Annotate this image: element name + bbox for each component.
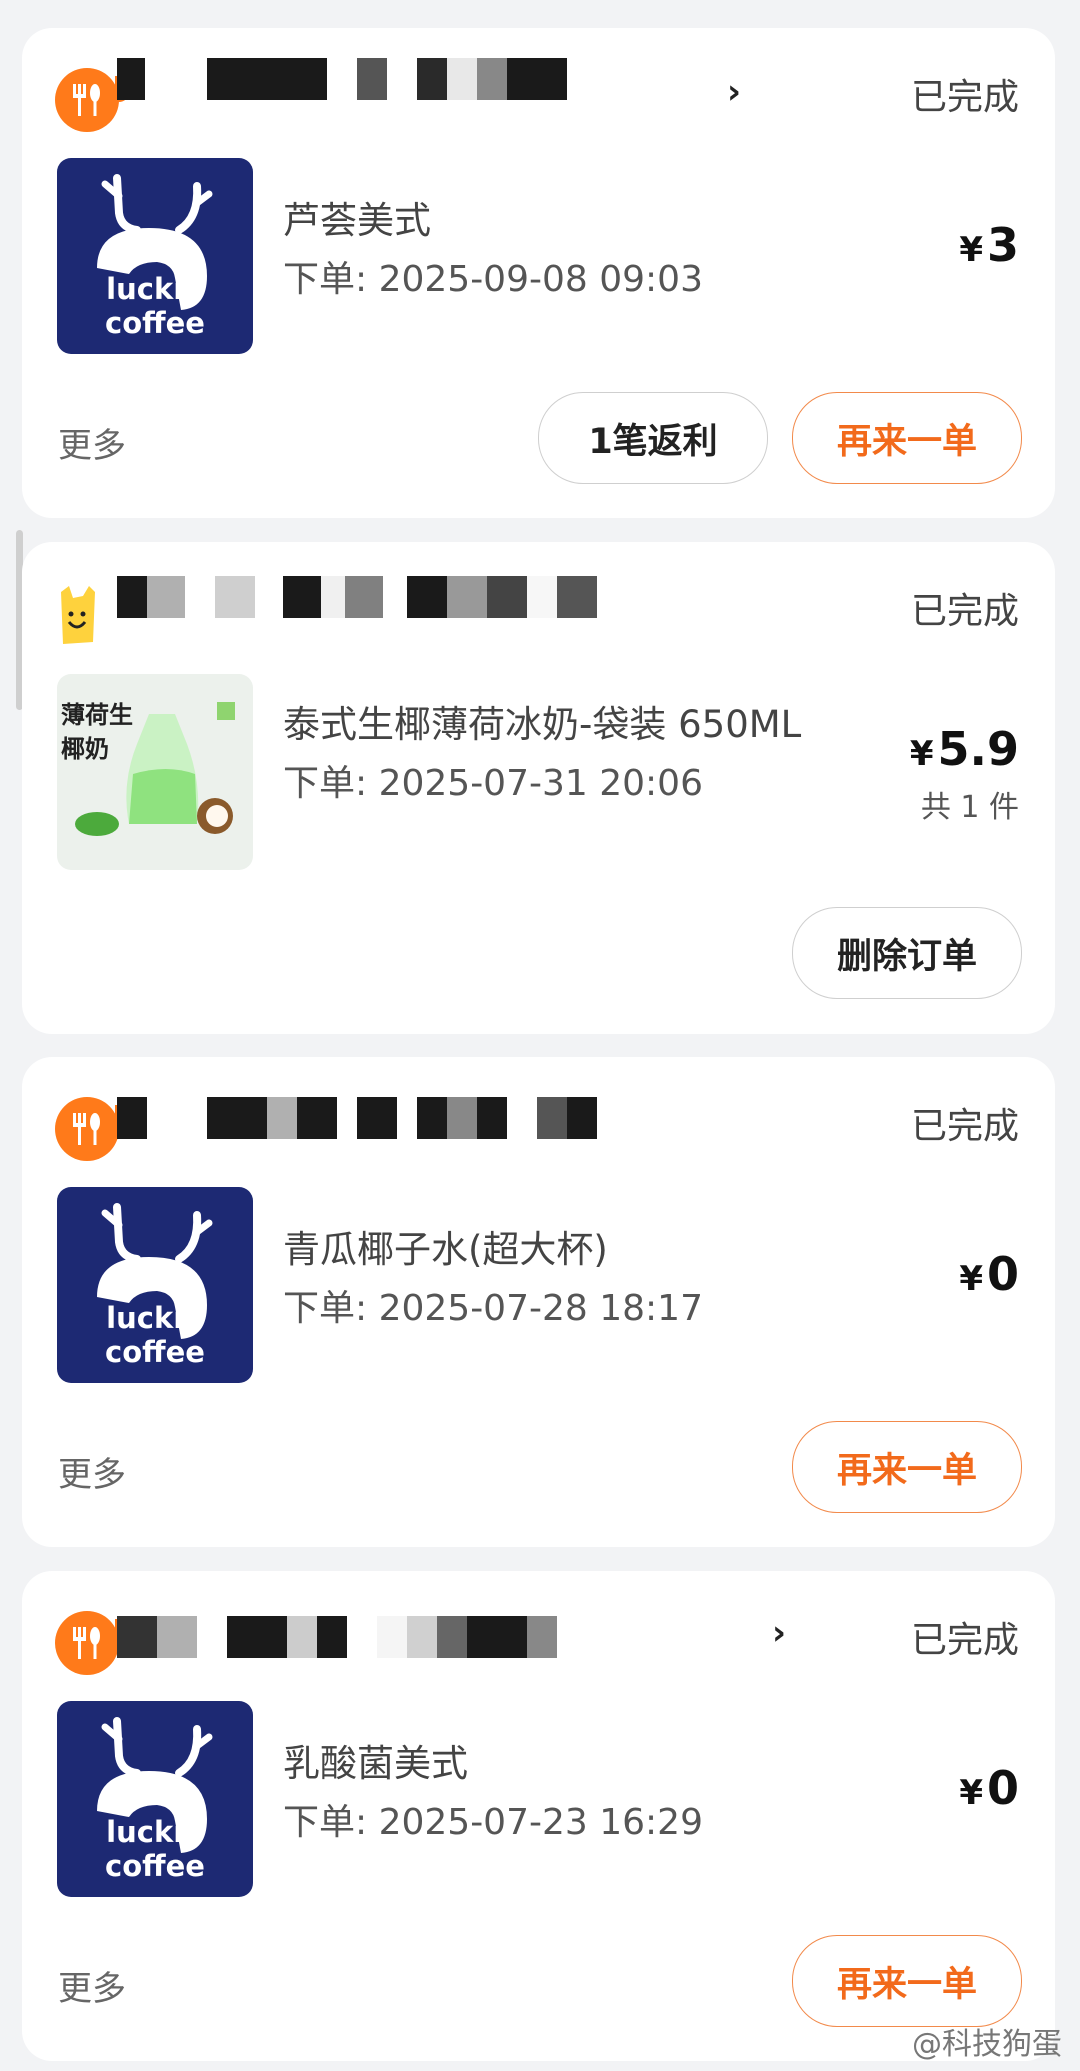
product-name[interactable]: 乳酸菌美式 bbox=[283, 1733, 468, 1787]
more-button[interactable]: 更多 bbox=[58, 1961, 126, 2010]
product-name[interactable]: 青瓜椰子水(超大杯) bbox=[283, 1219, 608, 1273]
order-time: 下单: 2025-07-23 16:29 bbox=[283, 1802, 703, 1843]
product-name[interactable]: 芦荟美式 bbox=[283, 190, 431, 244]
store-name-redacted bbox=[117, 1097, 797, 1139]
chevron-right-icon[interactable]: › bbox=[727, 72, 741, 112]
rebate-button[interactable]: 1笔返利 bbox=[538, 392, 768, 484]
utensils-icon bbox=[55, 1611, 129, 1675]
store-name-redacted bbox=[117, 58, 797, 100]
order-status: 已完成 bbox=[910, 1106, 1019, 1147]
brand-label: luckin coffee bbox=[105, 1815, 205, 1883]
order-card[interactable]: › 已完成 luckin coffee 芦荟美式 下单: 2025-09-08 … bbox=[22, 28, 1055, 518]
order-card[interactable]: 已完成 薄荷生椰奶 泰式生椰薄荷冰奶-袋装 650ML 下单: 2025-07-… bbox=[22, 542, 1055, 1034]
order-price: ¥3 bbox=[959, 218, 1019, 272]
luckin-logo: luckin coffee bbox=[57, 1701, 253, 1897]
store-name-redacted bbox=[117, 576, 797, 618]
more-button[interactable]: 更多 bbox=[58, 1447, 126, 1496]
smiley-bag-icon bbox=[55, 582, 119, 646]
order-status: 已完成 bbox=[910, 1620, 1019, 1661]
more-button[interactable]: 更多 bbox=[58, 418, 126, 467]
reorder-button[interactable]: 再来一单 bbox=[792, 392, 1022, 484]
watermark: @科技狗蛋 bbox=[912, 2027, 1062, 2062]
order-status: 已完成 bbox=[910, 591, 1019, 632]
delete-order-button[interactable]: 删除订单 bbox=[792, 907, 1022, 999]
luckin-logo: luckin coffee bbox=[57, 158, 253, 354]
product-image: 薄荷生椰奶 bbox=[57, 674, 253, 870]
order-time: 下单: 2025-09-08 09:03 bbox=[283, 259, 703, 300]
order-card[interactable]: › 已完成 luckin coffee 乳酸菌美式 下单: 2025-07-23… bbox=[22, 1571, 1055, 2061]
order-status: 已完成 bbox=[910, 77, 1019, 118]
brand-label: luckin coffee bbox=[105, 272, 205, 340]
order-card[interactable]: 已完成 luckin coffee 青瓜椰子水(超大杯) 下单: 2025-07… bbox=[22, 1057, 1055, 1547]
chevron-right-icon[interactable]: › bbox=[772, 1613, 786, 1653]
order-price: ¥0 bbox=[959, 1247, 1019, 1301]
reorder-button[interactable]: 再来一单 bbox=[792, 1935, 1022, 2027]
order-price: ¥0 bbox=[959, 1761, 1019, 1815]
order-price: ¥5.9 bbox=[909, 722, 1019, 776]
store-name-redacted bbox=[117, 1616, 797, 1658]
item-count: 共 1 件 bbox=[920, 790, 1019, 825]
utensils-icon bbox=[55, 68, 129, 132]
order-time: 下单: 2025-07-31 20:06 bbox=[283, 763, 703, 804]
utensils-icon bbox=[55, 1097, 129, 1161]
brand-label: luckin coffee bbox=[105, 1301, 205, 1369]
luckin-logo: luckin coffee bbox=[57, 1187, 253, 1383]
order-time: 下单: 2025-07-28 18:17 bbox=[283, 1288, 703, 1329]
reorder-button[interactable]: 再来一单 bbox=[792, 1421, 1022, 1513]
product-name[interactable]: 泰式生椰薄荷冰奶-袋装 650ML bbox=[283, 694, 801, 748]
